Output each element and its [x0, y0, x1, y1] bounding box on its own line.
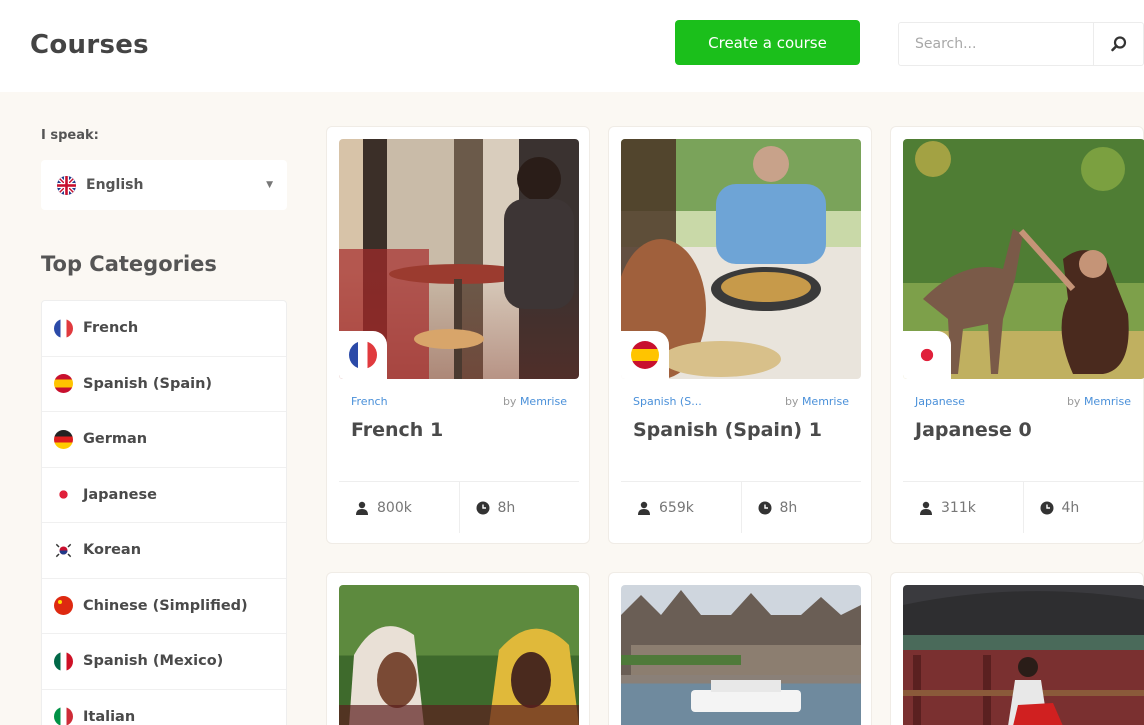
course-image: [903, 139, 1144, 379]
learners-icon: [356, 501, 368, 515]
chevron-down-icon: ▼: [266, 180, 273, 190]
course-card[interactable]: Japanese by Memrise Japanese 0 311k 4h: [890, 126, 1144, 544]
course-card[interactable]: [326, 572, 590, 725]
category-label: Spanish (Mexico): [83, 653, 224, 670]
by-prefix: by: [1066, 395, 1081, 408]
by-prefix: by: [502, 395, 517, 408]
categories-heading: Top Categories: [41, 252, 217, 276]
clock-icon: [758, 501, 771, 514]
category-item-german[interactable]: German: [42, 412, 286, 468]
learners-icon: [638, 501, 650, 515]
page-title: Courses: [30, 30, 149, 60]
search-box: [898, 22, 1144, 66]
flag-es-icon: [631, 341, 659, 369]
course-author-link[interactable]: Memrise: [520, 395, 567, 408]
course-image: [339, 585, 579, 725]
flag-jp-icon: [913, 341, 941, 369]
course-image: [339, 139, 579, 379]
category-item-spanish-mexico[interactable]: Spanish (Mexico): [42, 634, 286, 690]
by-prefix: by: [784, 395, 799, 408]
category-label: Japanese: [83, 486, 157, 503]
search-input[interactable]: [899, 23, 1094, 65]
clock-icon: [476, 501, 489, 514]
category-item-spanish-spain[interactable]: Spanish (Spain): [42, 357, 286, 412]
category-item-chinese-simplified[interactable]: Chinese (Simplified): [42, 579, 286, 634]
category-item-italian[interactable]: Italian: [42, 690, 286, 725]
course-author-link[interactable]: Memrise: [1084, 395, 1131, 408]
learners-count: 311k: [941, 499, 976, 516]
course-duration: 8h: [497, 499, 516, 516]
category-list: French Spanish (Spain) German Japanese K…: [41, 300, 287, 725]
flag-uk-icon: [57, 175, 76, 195]
flag-kr-icon: [54, 540, 73, 560]
category-item-korean[interactable]: Korean: [42, 523, 286, 579]
course-category-link[interactable]: French: [351, 395, 388, 408]
category-label: French: [83, 320, 139, 337]
course-image: [903, 585, 1144, 725]
speak-label: I speak:: [41, 128, 99, 143]
top-header: Courses Create a course: [0, 0, 1144, 92]
flag-fr-icon: [349, 341, 377, 369]
course-card[interactable]: [608, 572, 872, 725]
category-item-french[interactable]: French: [42, 301, 286, 357]
course-title[interactable]: Spanish (Spain) 1: [633, 419, 822, 441]
course-title[interactable]: French 1: [351, 419, 443, 441]
course-duration: 8h: [779, 499, 798, 516]
search-icon: [1110, 36, 1126, 52]
category-label: Spanish (Spain): [83, 375, 213, 392]
course-title[interactable]: Japanese 0: [915, 419, 1032, 441]
course-card[interactable]: French by Memrise French 1 800k 8h: [326, 126, 590, 544]
flag-cn-icon: [54, 596, 73, 616]
course-image: [621, 585, 861, 725]
flag-fr-icon: [54, 318, 73, 338]
flag-jp-icon: [54, 485, 73, 505]
course-duration: 4h: [1061, 499, 1080, 516]
course-card[interactable]: Spanish (S... by Memrise Spanish (Spain)…: [608, 126, 872, 544]
category-label: Chinese (Simplified): [83, 597, 248, 614]
learners-count: 659k: [659, 499, 694, 516]
learners-count: 800k: [377, 499, 412, 516]
flag-es-icon: [54, 374, 73, 394]
category-label: German: [83, 431, 148, 448]
clock-icon: [1040, 501, 1053, 514]
course-category-link[interactable]: Spanish (S...: [633, 395, 702, 408]
category-item-japanese[interactable]: Japanese: [42, 468, 286, 523]
flag-de-icon: [54, 429, 73, 449]
create-course-button[interactable]: Create a course: [675, 20, 860, 65]
category-label: Korean: [83, 542, 142, 559]
search-button[interactable]: [1093, 23, 1143, 65]
flag-it-icon: [54, 707, 73, 725]
language-select[interactable]: English ▼: [41, 160, 287, 210]
course-author-link[interactable]: Memrise: [802, 395, 849, 408]
category-label: Italian: [83, 708, 136, 725]
flag-mx-icon: [54, 651, 73, 671]
course-image: [621, 139, 861, 379]
course-category-link[interactable]: Japanese: [915, 395, 965, 408]
course-card[interactable]: [890, 572, 1144, 725]
learners-icon: [920, 501, 932, 515]
selected-language: English: [86, 177, 144, 193]
